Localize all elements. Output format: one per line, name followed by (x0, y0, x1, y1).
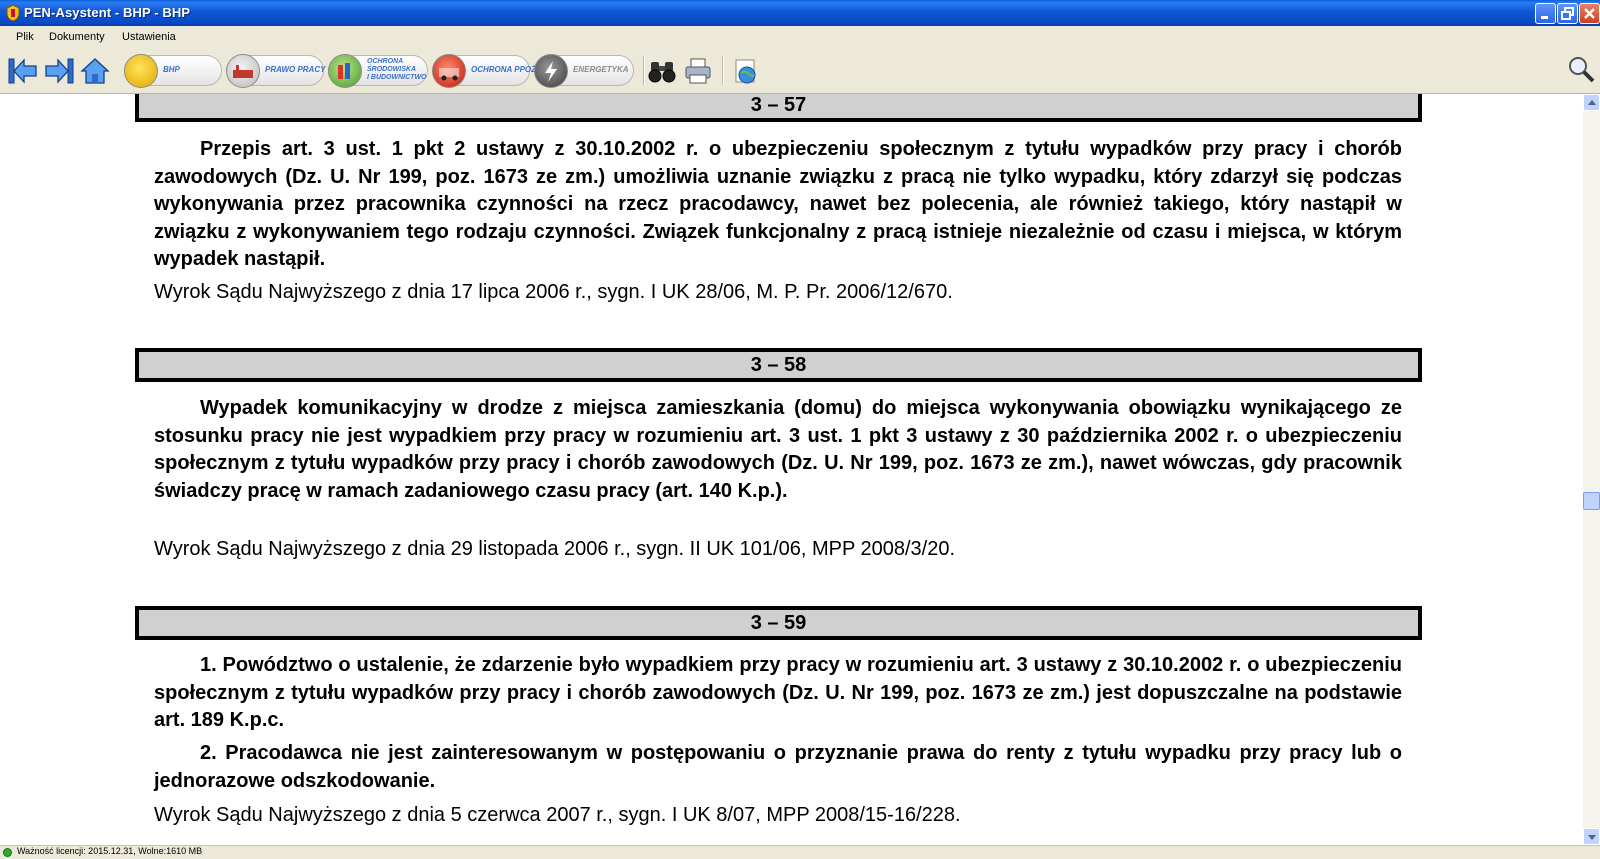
factory-icon (226, 54, 260, 88)
category-ochrona-srodowiska-button[interactable]: OCHRONA ŚRODOWISKA I BUDOWNICTWO (328, 54, 428, 88)
restore-button[interactable] (1557, 3, 1578, 24)
scroll-up-button[interactable] (1583, 94, 1600, 111)
section-header: 3 – 57 (135, 94, 1422, 122)
arrow-down-icon (1588, 835, 1596, 840)
title-bar: PEN-Asystent - BHP - BHP (0, 0, 1600, 26)
vertical-scrollbar[interactable] (1583, 94, 1600, 845)
minimize-icon (1541, 16, 1548, 19)
close-button[interactable] (1579, 3, 1600, 24)
section-header: 3 – 58 (135, 348, 1422, 382)
section-citation: Wyrok Sądu Najwyższego z dnia 17 lipca 2… (154, 281, 953, 303)
menu-bar: Plik Dokumenty Ustawienia (0, 26, 1600, 48)
category-bhp-button[interactable]: BHP (124, 54, 222, 88)
section-paragraph: Przepis art. 3 ust. 1 pkt 2 ustawy z 30.… (154, 138, 1402, 270)
printer-icon[interactable] (683, 56, 713, 86)
minimize-button[interactable] (1535, 3, 1556, 24)
section-header: 3 – 59 (135, 606, 1422, 640)
license-status-icon (3, 848, 12, 857)
environment-icon (328, 54, 362, 88)
status-bar: Ważność licencji: 2015.12.31, Wolne:1610… (0, 845, 1600, 859)
section-paragraph: 1. Powództwo o ustalenie, że zdarzenie b… (154, 654, 1402, 731)
category-prawo-pracy-button[interactable]: PRAWO PRACY (226, 54, 325, 88)
forward-arrow-icon[interactable] (44, 56, 74, 86)
home-icon[interactable] (80, 56, 110, 86)
section-paragraph: 2. Pracodawca nie jest zainteresowanym w… (154, 742, 1402, 792)
globe-icon[interactable] (731, 56, 761, 86)
binoculars-icon[interactable] (647, 56, 677, 86)
scroll-down-button[interactable] (1583, 828, 1600, 845)
toolbar: BHP PRAWO PRACY OCHRONA ŚRODOWISKA I BUD… (0, 48, 1600, 94)
document-view[interactable]: 3 – 57 Przepis art. 3 ust. 1 pkt 2 ustaw… (0, 94, 1583, 845)
status-text: Ważność licencji: 2015.12.31, Wolne:1610… (17, 846, 203, 856)
zoom-icon[interactable] (1566, 54, 1596, 84)
helmet-icon (124, 54, 158, 88)
scroll-thumb[interactable] (1583, 492, 1600, 510)
lightning-icon (534, 54, 568, 88)
close-icon (1584, 8, 1595, 19)
restore-icon (1561, 7, 1574, 20)
menu-plik[interactable]: Plik (16, 31, 34, 43)
app-icon (6, 4, 20, 22)
arrow-up-icon (1588, 100, 1596, 105)
section-citation: Wyrok Sądu Najwyższego z dnia 29 listopa… (154, 538, 956, 560)
section-citation: Wyrok Sądu Najwyższego z dnia 5 czerwca … (154, 804, 961, 826)
category-ochrona-ppoz-button[interactable]: OCHRONA PPOŻ (432, 54, 536, 88)
toolbar-separator (722, 56, 724, 86)
back-arrow-icon[interactable] (8, 56, 38, 86)
fire-truck-icon (432, 54, 466, 88)
menu-dokumenty[interactable]: Dokumenty (49, 31, 105, 43)
toolbar-separator (643, 56, 645, 86)
category-energetyka-button[interactable]: ENERGETYKA (534, 54, 634, 88)
window-title: PEN-Asystent - BHP - BHP (24, 5, 191, 20)
menu-ustawienia[interactable]: Ustawienia (122, 31, 176, 43)
section-paragraph: Wypadek komunikacyjny w drodze z miejsca… (154, 397, 1402, 502)
